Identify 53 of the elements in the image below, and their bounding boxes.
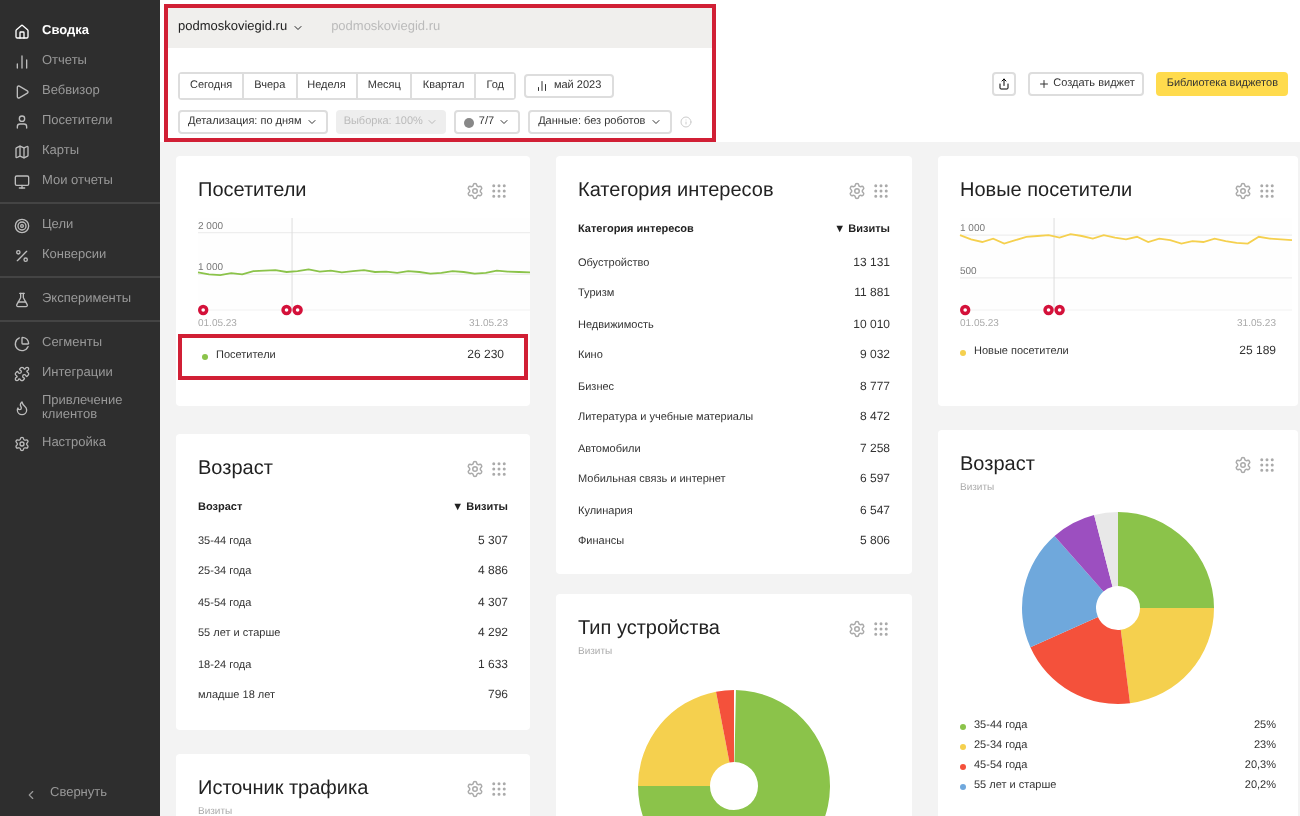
export-button[interactable] bbox=[991, 72, 1016, 96]
info-icon[interactable] bbox=[679, 116, 692, 128]
flask-icon bbox=[14, 291, 30, 307]
drag-handle-icon[interactable] bbox=[490, 780, 508, 798]
person-icon bbox=[14, 113, 30, 129]
settings-icon[interactable] bbox=[848, 620, 866, 638]
drag-handle-icon[interactable] bbox=[872, 620, 890, 638]
bar-chart-icon bbox=[14, 53, 30, 69]
chevron-down-icon bbox=[498, 116, 511, 128]
chevron-down-icon bbox=[305, 116, 318, 128]
card-title: Категория интересов bbox=[578, 178, 774, 206]
chevron-left-icon bbox=[24, 787, 38, 802]
drag-handle-icon[interactable] bbox=[1258, 182, 1276, 200]
pie-chart-icon bbox=[14, 335, 30, 351]
target-icon bbox=[14, 217, 30, 233]
plus-icon bbox=[1037, 78, 1050, 90]
map-icon bbox=[14, 143, 30, 159]
share-icon bbox=[997, 78, 1010, 90]
drag-handle-icon[interactable] bbox=[490, 460, 508, 478]
event-marker-icon[interactable] bbox=[198, 304, 209, 316]
card-title: Новые посетители bbox=[960, 178, 1133, 206]
pie-slice bbox=[1120, 607, 1214, 703]
card-title: Посетители bbox=[198, 178, 307, 206]
drag-handle-icon[interactable] bbox=[872, 182, 890, 200]
flame-icon bbox=[14, 400, 30, 416]
chevron-down-icon bbox=[649, 116, 662, 128]
settings-icon bbox=[14, 435, 30, 451]
card-title: Возраст bbox=[198, 456, 273, 484]
drag-handle-icon[interactable] bbox=[1258, 456, 1276, 474]
monitor-icon bbox=[14, 173, 30, 189]
bar-chart-icon bbox=[535, 80, 548, 92]
play-icon bbox=[14, 83, 30, 99]
settings-icon[interactable] bbox=[848, 182, 866, 200]
settings-icon[interactable] bbox=[466, 780, 484, 798]
percent-icon bbox=[14, 247, 30, 263]
chevron-down-icon bbox=[426, 116, 439, 128]
event-marker-icon[interactable] bbox=[1043, 304, 1054, 316]
event-marker-icon[interactable] bbox=[1054, 304, 1065, 316]
card-title: Источник трафика bbox=[198, 776, 369, 804]
card-title: Возраст bbox=[960, 452, 1035, 480]
event-marker-icon[interactable] bbox=[292, 304, 303, 316]
drag-handle-icon[interactable] bbox=[490, 182, 508, 200]
settings-icon[interactable] bbox=[466, 460, 484, 478]
pie-slice bbox=[1030, 616, 1131, 703]
settings-icon[interactable] bbox=[466, 182, 484, 200]
event-marker-icon[interactable] bbox=[281, 304, 292, 316]
settings-icon[interactable] bbox=[1234, 182, 1252, 200]
home-icon bbox=[14, 23, 30, 39]
puzzle-icon bbox=[14, 365, 30, 381]
settings-icon[interactable] bbox=[1234, 456, 1252, 474]
event-marker-icon[interactable] bbox=[960, 304, 971, 316]
chevron-down-icon bbox=[291, 22, 304, 34]
card-title: Тип устройства bbox=[578, 616, 720, 644]
